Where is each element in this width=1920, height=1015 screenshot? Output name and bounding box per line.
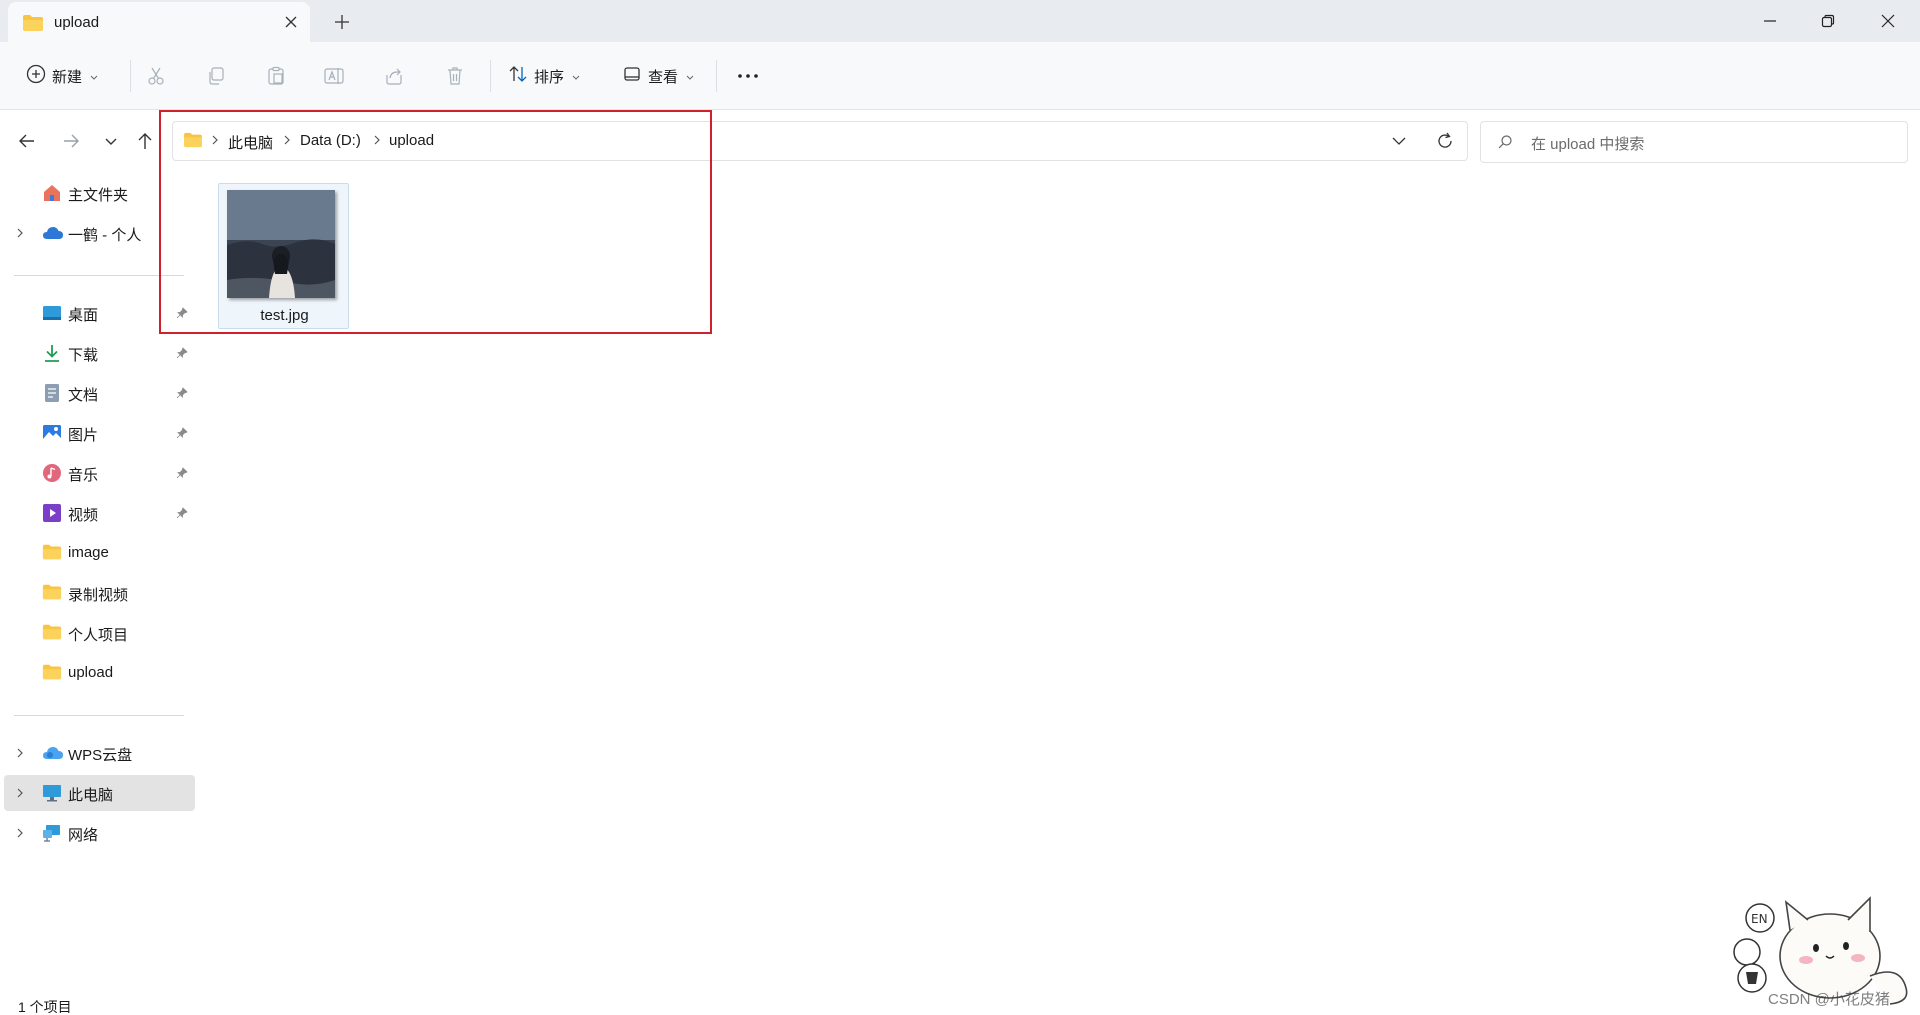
plus-circle-icon [26,64,46,88]
forward-arrow-icon[interactable] [60,130,82,152]
sidebar-item-network[interactable]: 网络 [4,815,195,851]
pin-icon[interactable] [176,346,188,363]
sidebar-item-label: 个人项目 [68,627,129,644]
sidebar-item-pictures[interactable]: 图片 [4,415,195,451]
new-button[interactable]: 新建 [26,58,98,94]
sort-label: 排序 [534,68,565,86]
onedrive-icon [42,223,63,243]
sidebar-item-label: 一鹤 - 个人 [68,227,142,244]
sidebar-item-videos[interactable]: 视频 [4,495,195,531]
item-count: 1 个项目 [18,999,72,1015]
folder-icon [42,623,62,643]
refresh-icon[interactable] [1435,131,1455,155]
sidebar-item-downloads[interactable]: 下载 [4,335,195,371]
search-input[interactable]: 在 upload 中搜索 [1531,133,1644,154]
pin-icon[interactable] [176,386,188,403]
minimize-icon[interactable] [1748,6,1792,36]
sidebar-item-recordings[interactable]: 录制视频 [4,575,195,611]
sidebar-item-image[interactable]: image [4,535,195,571]
sidebar-item-label: 下载 [68,347,99,364]
watermark-text: CSDN @小花皮猪 [1768,991,1890,1008]
sidebar-item-label: 主文件夹 [68,187,129,204]
sidebar-item-label: 文档 [68,387,99,404]
sidebar-item-this-pc[interactable]: 此电脑 [4,775,195,811]
sidebar-item-label: 图片 [68,427,99,444]
chevron-right-icon[interactable] [16,226,24,243]
pin-icon[interactable] [176,426,188,443]
close-window-icon[interactable] [1866,6,1910,36]
sidebar-item-wps-cloud[interactable]: WPS云盘 [4,735,195,771]
folder-icon [42,663,62,683]
sidebar-item-personal-projects[interactable]: 个人项目 [4,615,195,651]
toolbar-divider [716,60,717,92]
network-icon [42,823,62,843]
chevron-right-icon[interactable] [16,826,24,843]
sidebar-item-label: 桌面 [68,307,99,324]
command-bar: 新建 排序 查看 [0,42,1920,110]
new-tab-button[interactable] [332,12,352,32]
toolbar-divider [130,60,131,92]
this-pc-icon [42,783,62,803]
sidebar-item-label: 网络 [68,827,99,844]
chevron-down-icon [90,68,98,85]
sidebar-item-documents[interactable]: 文档 [4,375,195,411]
tab-title: upload [54,14,100,31]
recent-locations-icon[interactable] [100,130,122,152]
home-icon [42,183,62,203]
status-bar: 1 个项目 [0,986,1920,1015]
folder-icon [42,543,62,563]
more-options-icon[interactable] [736,66,758,86]
sidebar-item-label: 音乐 [68,467,99,484]
pictures-icon [42,423,62,443]
sidebar-item-label: 此电脑 [68,787,114,804]
desktop-icon [42,303,62,323]
sort-button[interactable]: 排序 [508,58,580,94]
view-label: 查看 [648,68,679,86]
toolbar-divider [490,60,491,92]
paste-icon[interactable] [266,66,286,86]
close-tab-icon[interactable] [282,13,300,31]
wps-cloud-icon [42,743,63,763]
video-icon [42,503,62,523]
address-history-chevron-icon[interactable] [1391,134,1407,152]
sidebar-item-label: WPS云盘 [68,747,133,764]
rename-icon[interactable] [324,66,344,86]
sidebar-item-label: 录制视频 [68,587,129,604]
sidebar-item-label: 视频 [68,507,99,524]
pin-icon[interactable] [176,506,188,523]
chevron-right-icon[interactable] [16,746,24,763]
annotation-highlight-box [159,110,712,334]
folder-icon [22,14,44,36]
share-icon[interactable] [384,66,404,86]
delete-icon[interactable] [445,66,465,86]
new-label: 新建 [52,68,83,86]
sidebar-item-label: image [68,544,109,561]
svg-text:EN: EN [1751,912,1768,926]
back-arrow-icon[interactable] [16,130,38,152]
music-icon [42,463,62,483]
folder-icon [42,583,62,603]
title-bar: upload [0,0,1920,42]
restore-icon[interactable] [1806,6,1850,36]
tab-upload[interactable]: upload [8,2,310,42]
up-arrow-icon[interactable] [134,130,156,152]
sidebar-item-label: upload [68,664,114,681]
chevron-down-icon [686,68,694,85]
sidebar-divider [14,715,184,716]
download-icon [42,343,62,363]
cut-icon[interactable] [146,66,166,86]
chevron-right-icon[interactable] [16,786,24,803]
search-icon [1497,134,1513,154]
chevron-down-icon [572,68,580,85]
view-button[interactable]: 查看 [622,58,694,94]
search-box[interactable]: 在 upload 中搜索 [1480,121,1908,163]
sidebar-item-upload[interactable]: upload [4,655,195,691]
view-icon [622,64,642,88]
sidebar-item-music[interactable]: 音乐 [4,455,195,491]
pin-icon[interactable] [176,466,188,483]
document-icon [42,383,62,403]
sort-icon [508,64,528,88]
copy-icon[interactable] [206,66,226,86]
